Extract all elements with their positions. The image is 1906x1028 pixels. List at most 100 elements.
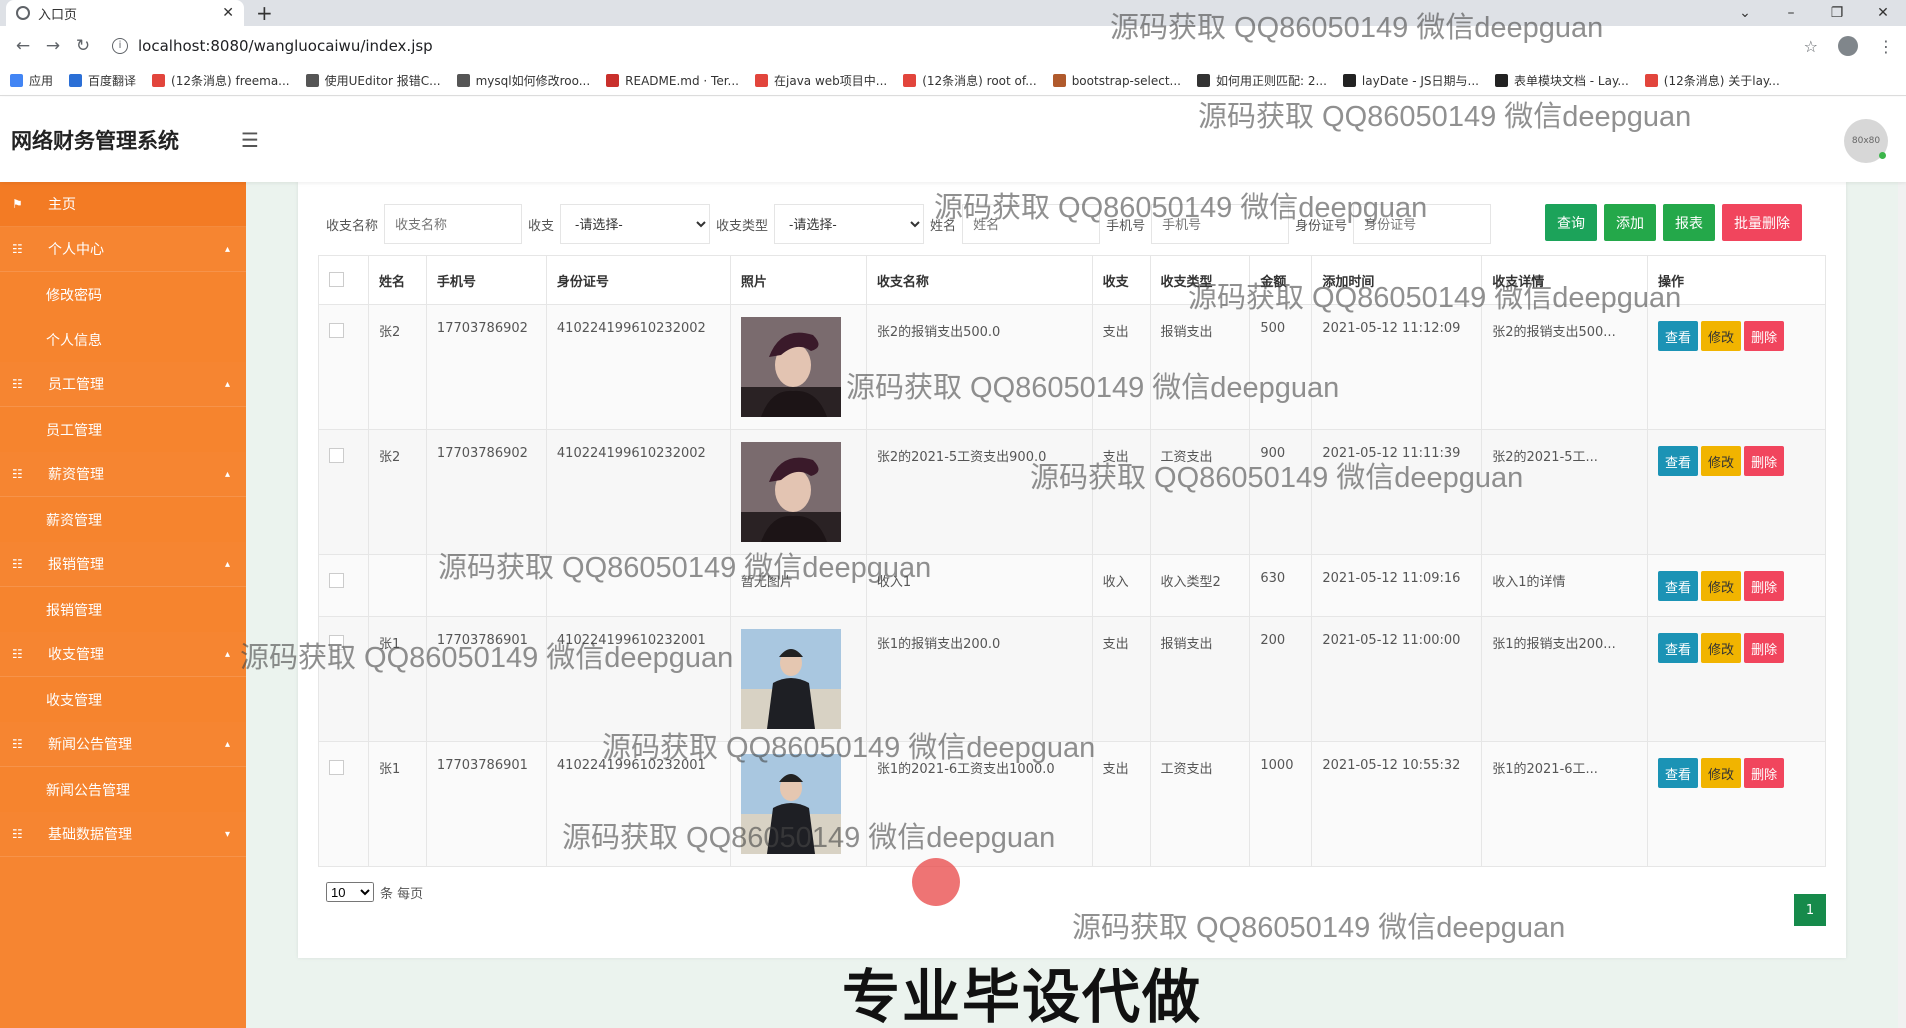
sidebar-item-label: 员工管理 bbox=[48, 377, 104, 393]
restore-icon[interactable]: ❐ bbox=[1814, 5, 1860, 21]
chevron-up-icon: ▴ bbox=[224, 738, 230, 750]
photo-cell bbox=[729, 616, 867, 742]
per-page-select[interactable]: 10 bbox=[326, 882, 374, 902]
delete-button[interactable]: 删除 bbox=[1744, 446, 1785, 476]
browser-tab[interactable]: 入口页 ✕ bbox=[6, 0, 244, 26]
bookmark-item[interactable]: (12条消息) root of... bbox=[903, 72, 1037, 89]
sidebar-group[interactable]: ☷ 个人中心 ▴ bbox=[0, 227, 246, 272]
row-select-cell bbox=[318, 304, 369, 430]
cell-phone: 17703786902 bbox=[425, 304, 547, 430]
batch-delete-button[interactable]: 批量删除 bbox=[1722, 204, 1802, 241]
sidebar-group[interactable]: ☷ 收支管理 ▴ bbox=[0, 632, 246, 677]
back-icon[interactable]: ← bbox=[8, 36, 38, 56]
ops-cell: 查看 修改 删除 bbox=[1647, 429, 1826, 555]
row-select-cell bbox=[318, 741, 369, 867]
delete-button[interactable]: 删除 bbox=[1744, 758, 1785, 788]
cell-detail: 张1的2021-6工... bbox=[1481, 741, 1649, 867]
sidebar-subitem[interactable]: 薪资管理 bbox=[0, 497, 246, 542]
globe-icon bbox=[16, 6, 30, 20]
delete-button[interactable]: 删除 bbox=[1744, 321, 1785, 351]
sidebar-group[interactable]: ☷ 基础数据管理 ▾ bbox=[0, 812, 246, 857]
page-number-button[interactable]: 1 bbox=[1794, 894, 1826, 926]
watermark: 源码获取 QQ86050149 微信deepguan bbox=[1188, 282, 1682, 314]
select-all-checkbox[interactable] bbox=[329, 271, 344, 287]
cell-amount: 630 bbox=[1249, 554, 1313, 617]
sidebar-subitem[interactable]: 新闻公告管理 bbox=[0, 767, 246, 812]
report-button[interactable]: 报表 bbox=[1663, 204, 1715, 241]
sidebar-group[interactable]: ☷ 新闻公告管理 ▴ bbox=[0, 722, 246, 767]
sidebar-group[interactable]: ☷ 报销管理 ▴ bbox=[0, 542, 246, 587]
sidebar-group[interactable]: ☷ 薪资管理 ▴ bbox=[0, 452, 246, 497]
filter-type-select[interactable]: -请选择- bbox=[774, 204, 925, 244]
sidebar-subitem[interactable]: 修改密码 bbox=[0, 272, 246, 317]
bookmark-item[interactable]: 应用 bbox=[10, 72, 53, 89]
bookmark-item[interactable]: layDate - JS日期与... bbox=[1342, 72, 1479, 89]
delete-button[interactable]: 删除 bbox=[1744, 571, 1785, 601]
view-button[interactable]: 查看 bbox=[1658, 321, 1699, 351]
watermark: 源码获取 QQ86050149 微信deepguan bbox=[562, 822, 1056, 854]
row-checkbox[interactable] bbox=[329, 760, 344, 775]
more-icon[interactable]: ⋮ bbox=[1878, 37, 1894, 56]
bookmark-item[interactable]: 如何用正则匹配: 2... bbox=[1196, 72, 1327, 89]
reload-icon[interactable]: ↻ bbox=[68, 36, 98, 56]
edit-button[interactable]: 修改 bbox=[1701, 758, 1742, 788]
bookmark-item[interactable]: 使用UEditor 报错C... bbox=[305, 72, 441, 89]
bookmark-favicon-icon bbox=[1494, 74, 1508, 87]
forward-icon[interactable]: → bbox=[38, 36, 68, 56]
new-tab-icon[interactable]: + bbox=[256, 1, 273, 25]
hamburger-icon[interactable]: ☰ bbox=[241, 128, 259, 152]
view-button[interactable]: 查看 bbox=[1658, 758, 1699, 788]
bookmark-item[interactable]: 表单模块文档 - Lay... bbox=[1494, 72, 1629, 89]
bookmark-item[interactable]: mysql如何修改roo... bbox=[456, 72, 590, 89]
row-checkbox[interactable] bbox=[329, 323, 344, 338]
ops-cell: 查看 修改 删除 bbox=[1647, 554, 1826, 617]
cell-detail: 收入1的详情 bbox=[1481, 554, 1649, 617]
add-button[interactable]: 添加 bbox=[1604, 204, 1656, 241]
photo-cell bbox=[729, 429, 867, 555]
pager: 10 条 每页 bbox=[326, 882, 423, 902]
delete-button[interactable]: 删除 bbox=[1744, 633, 1785, 663]
row-checkbox[interactable] bbox=[329, 573, 344, 588]
profile-icon[interactable] bbox=[1838, 36, 1858, 56]
star-icon[interactable]: ☆ bbox=[1804, 37, 1818, 56]
bookmark-item[interactable]: README.md · Ter... bbox=[606, 74, 739, 88]
filter-type-label: 收支类型 bbox=[716, 218, 769, 234]
sidebar-subitem[interactable]: 收支管理 bbox=[0, 677, 246, 722]
scrollbar[interactable] bbox=[1898, 182, 1906, 1028]
avatar[interactable]: 80x80 bbox=[1844, 119, 1888, 163]
edit-button[interactable]: 修改 bbox=[1701, 571, 1742, 601]
profile-dropdown-icon[interactable]: ⌄ bbox=[1722, 5, 1768, 21]
info-icon[interactable]: i bbox=[112, 38, 128, 54]
bookmark-item[interactable]: 百度翻译 bbox=[69, 72, 136, 89]
sidebar-subitem[interactable]: 报销管理 bbox=[0, 587, 246, 632]
sidebar-subitem[interactable]: 员工管理 bbox=[0, 407, 246, 452]
bookmark-item[interactable]: (12条消息) 关于lay... bbox=[1644, 72, 1780, 89]
filter-inout-select[interactable]: -请选择- bbox=[560, 204, 711, 244]
sidebar-group[interactable]: ☷ 员工管理 ▴ bbox=[0, 362, 246, 407]
sidebar: ⚑ 主页 ☷ 个人中心 ▴ 修改密码 个人信息 ☷ 员工管理 ▴ 员工管理 ☷ 薪资管理 ▴ 薪资管理 ☷ 报销… bbox=[0, 182, 246, 1028]
sidebar-item-home[interactable]: ⚑ 主页 bbox=[0, 182, 246, 227]
window-close-icon[interactable]: ✕ bbox=[1860, 5, 1906, 21]
view-button[interactable]: 查看 bbox=[1658, 633, 1699, 663]
edit-button[interactable]: 修改 bbox=[1701, 321, 1742, 351]
bookmark-favicon-icon bbox=[755, 74, 768, 87]
cursor-highlight bbox=[912, 858, 960, 906]
view-button[interactable]: 查看 bbox=[1658, 571, 1699, 601]
bookmark-item[interactable]: bootstrap-select... bbox=[1052, 74, 1181, 88]
bookmark-favicon-icon bbox=[456, 74, 470, 87]
url-text: localhost:8080/wangluocaiwu/index.jsp bbox=[138, 37, 433, 55]
search-button[interactable]: 查询 bbox=[1545, 204, 1597, 241]
filter-name-input[interactable] bbox=[384, 204, 523, 244]
bookmark-item[interactable]: 在java web项目中... bbox=[755, 72, 887, 89]
minimize-icon[interactable]: – bbox=[1768, 5, 1814, 21]
edit-button[interactable]: 修改 bbox=[1701, 633, 1742, 663]
edit-button[interactable]: 修改 bbox=[1701, 446, 1742, 476]
column-header: 收支 bbox=[1091, 255, 1151, 305]
close-icon[interactable]: ✕ bbox=[222, 5, 234, 21]
view-button[interactable]: 查看 bbox=[1658, 446, 1699, 476]
sidebar-subitem[interactable]: 个人信息 bbox=[0, 317, 246, 362]
row-checkbox[interactable] bbox=[329, 448, 344, 463]
bookmark-item[interactable]: (12条消息) freema... bbox=[152, 72, 290, 89]
watermark: 源码获取 QQ86050149 微信deepguan bbox=[1110, 12, 1604, 44]
sidebar-item-label: 员工管理 bbox=[46, 422, 102, 439]
